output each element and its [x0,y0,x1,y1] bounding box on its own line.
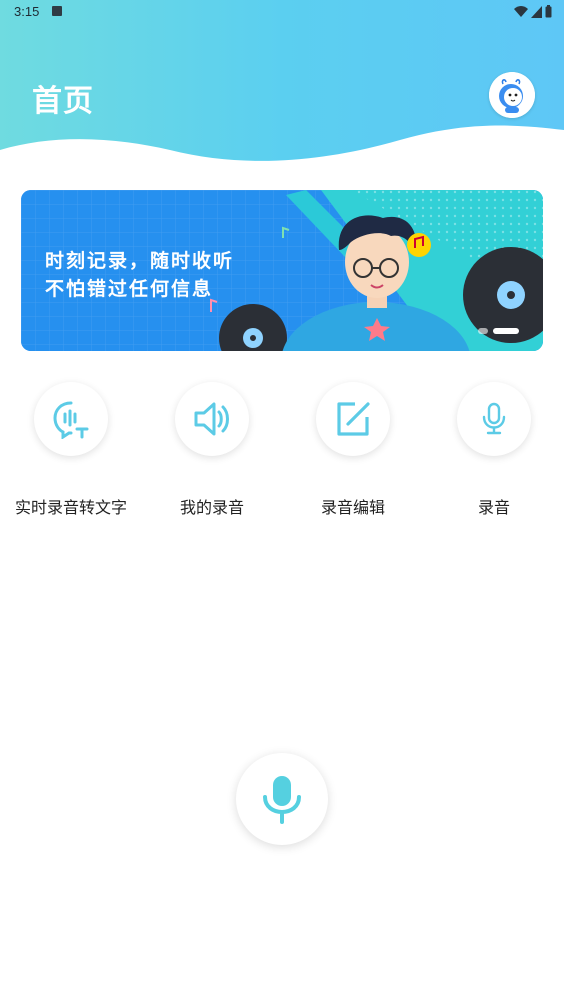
page-title: 首页 [32,84,94,119]
feature-my-recordings[interactable]: 我的录音 [141,382,283,518]
feature-icon-circle [316,382,390,456]
notification-icon [52,6,62,16]
feature-label: 实时录音转文字 [14,498,127,517]
feature-label: 我的录音 [179,498,244,517]
banner-pagination [478,328,519,334]
header: 3:15 首页 [0,0,564,175]
banner-dot-active[interactable] [493,328,519,334]
signal-icon [531,5,542,18]
status-bar: 3:15 [0,0,564,22]
voice-to-text-icon [53,401,89,439]
banner-dot[interactable] [478,328,488,334]
feature-icon-circle [457,382,531,456]
feature-recording-edit[interactable]: 录音编辑 [282,382,424,518]
feature-grid: 实时录音转文字 我的录音 录音编辑 录音 [0,382,564,522]
wifi-icon [514,5,528,17]
banner-line-2: 不怕错过任何信息 [45,278,214,300]
microphone-icon [263,776,301,824]
status-icons [514,5,552,18]
battery-icon [545,5,552,18]
feature-record[interactable]: 录音 [423,382,564,518]
status-time: 3:15 [14,4,40,19]
feature-realtime-transcribe[interactable]: 实时录音转文字 [0,382,142,518]
promo-banner[interactable]: 时刻记录，随时收听 不怕错过任何信息 [21,190,543,351]
microphone-icon [482,402,506,435]
feature-label: 录音编辑 [320,498,385,517]
avatar[interactable] [489,72,535,118]
feature-icon-circle [175,382,249,456]
edit-icon [337,402,370,436]
feature-label: 录音 [477,498,510,517]
mascot-avatar-icon [489,72,535,118]
record-button[interactable] [236,753,328,845]
feature-icon-circle [34,382,108,456]
banner-line-1: 时刻记录，随时收听 [45,250,235,272]
speaker-icon [194,402,229,436]
